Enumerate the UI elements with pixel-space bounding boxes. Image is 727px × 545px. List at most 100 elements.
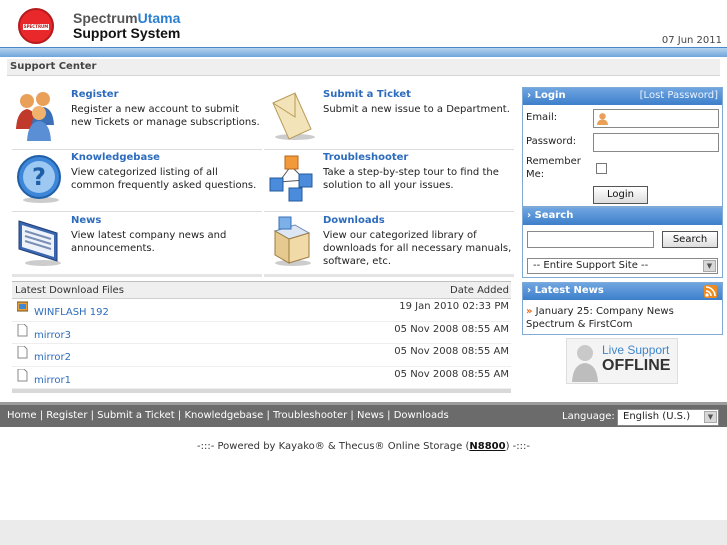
model-link[interactable]: N8800 xyxy=(469,441,505,452)
user-icon xyxy=(597,113,608,125)
login-header: › Login [Lost Password] xyxy=(523,88,722,105)
email-field[interactable] xyxy=(593,109,719,128)
remember-label-2: Me: xyxy=(526,169,545,180)
rss-icon[interactable] xyxy=(704,285,717,298)
lost-password-link[interactable]: [Lost Password] xyxy=(640,90,718,101)
downloads-table: Latest Download Files Date Added WINFLAS… xyxy=(12,281,511,393)
language-select[interactable]: English (U.S.) ▼ xyxy=(617,409,719,426)
users-icon xyxy=(16,92,54,141)
live-support-label: Live Support xyxy=(602,343,670,357)
header: SPECTRUM SpectrumUtama Support System 07… xyxy=(0,0,727,47)
search-scope-value: -- Entire Support Site -- xyxy=(533,260,649,271)
file-icon xyxy=(17,346,28,359)
password-label: Password: xyxy=(526,136,577,147)
footer-link-home[interactable]: Home xyxy=(7,410,37,421)
file-icon xyxy=(17,368,28,381)
table-row[interactable]: mirror3 05 Nov 2008 08:55 AM xyxy=(12,322,511,344)
tile-description: Take a step-by-step tour to find the sol… xyxy=(323,167,499,191)
search-input[interactable] xyxy=(527,231,654,248)
search-panel: › Search Search -- Entire Support Site -… xyxy=(522,207,723,278)
current-date: 07 Jun 2011 xyxy=(661,35,722,46)
language-label: Language: xyxy=(562,411,615,422)
tile-description: View our categorized library of download… xyxy=(323,230,512,267)
footer-link-register[interactable]: Register xyxy=(46,410,87,421)
language-value: English (U.S.) xyxy=(623,411,691,422)
tile-downloads[interactable]: Downloads View our categorized library o… xyxy=(264,212,514,270)
tile-register[interactable]: Register Register a new account to submi… xyxy=(12,86,262,144)
footer-link-knowledgebase[interactable]: Knowledgebase xyxy=(184,410,263,421)
file-link[interactable]: mirror2 xyxy=(34,352,71,363)
tile-title[interactable]: Knowledgebase xyxy=(71,152,160,163)
question-icon: ? xyxy=(17,155,61,203)
tile-troubleshooter[interactable]: Troubleshooter Take a step-by-step tour … xyxy=(264,149,514,207)
news-header: › Latest News xyxy=(523,283,722,300)
tile-title[interactable]: News xyxy=(71,215,101,226)
login-button[interactable]: Login xyxy=(593,186,648,204)
email-label: Email: xyxy=(526,112,558,123)
search-scope-select[interactable]: -- Entire Support Site -- ▼ xyxy=(527,258,718,274)
login-title: › Login xyxy=(527,90,566,101)
tile-title[interactable]: Downloads xyxy=(323,215,385,226)
tile-knowledgebase[interactable]: ? Knowledgebase View categorized listing… xyxy=(12,149,262,207)
footer-link-troubleshooter[interactable]: Troubleshooter xyxy=(273,410,347,421)
remember-label: Remember xyxy=(526,156,581,167)
footer-link-submit-ticket[interactable]: Submit a Ticket xyxy=(97,410,175,421)
support-agent-icon xyxy=(572,345,598,382)
search-button[interactable]: Search xyxy=(662,231,718,248)
header-divider xyxy=(0,47,727,57)
table-header: Latest Download Files Date Added xyxy=(12,281,511,299)
breadcrumb-label: Support Center xyxy=(10,61,97,72)
file-date: 05 Nov 2008 08:55 AM xyxy=(394,346,509,357)
footer-links: Home | Register | Submit a Ticket | Know… xyxy=(7,410,449,421)
page: SPECTRUM SpectrumUtama Support System 07… xyxy=(0,0,727,520)
file-link[interactable]: mirror1 xyxy=(34,375,71,386)
sidebar: › Login [Lost Password] Email: Password:… xyxy=(522,87,723,335)
table-row[interactable]: WINFLASH 192 19 Jan 2010 02:33 PM xyxy=(12,299,511,322)
logo-subtitle: Support System xyxy=(73,25,181,41)
tile-news[interactable]: News View latest company news and announ… xyxy=(12,212,262,270)
tile-description: View latest company news and announcemen… xyxy=(71,230,227,254)
footer-nav: Home | Register | Submit a Ticket | Know… xyxy=(0,402,727,427)
table-row[interactable]: mirror1 05 Nov 2008 08:55 AM xyxy=(12,367,511,389)
file-link[interactable]: WINFLASH 192 xyxy=(34,307,109,318)
logo[interactable]: SPECTRUM SpectrumUtama Support System xyxy=(7,6,263,46)
tile-description: Submit a new issue to a Department. xyxy=(323,104,510,115)
logo-brand: SpectrumUtama xyxy=(73,10,181,26)
live-support-status: OFFLINE xyxy=(602,357,671,374)
tile-description: Register a new account to submit new Tic… xyxy=(71,104,260,128)
envelope-icon xyxy=(272,92,315,140)
login-panel: › Login [Lost Password] Email: Password:… xyxy=(522,87,723,207)
chevron-down-icon: ▼ xyxy=(703,260,716,272)
file-date: 05 Nov 2008 08:55 AM xyxy=(394,323,509,335)
box-icon xyxy=(273,216,311,266)
table-row[interactable]: mirror2 05 Nov 2008 08:55 AM xyxy=(12,344,511,367)
live-support-badge[interactable]: Live Support OFFLINE xyxy=(566,338,678,384)
powered-by: -:::- Powered by Kayako® & Thecus® Onlin… xyxy=(197,441,530,452)
svg-text:?: ? xyxy=(32,163,46,191)
tile-submit-ticket[interactable]: Submit a Ticket Submit a new issue to a … xyxy=(264,86,514,144)
breadcrumb: Support Center xyxy=(7,59,720,76)
tile-description: View categorized listing of all common f… xyxy=(71,167,257,191)
tile-title[interactable]: Register xyxy=(71,89,119,100)
program-file-icon xyxy=(17,301,28,312)
tile-title[interactable]: Submit a Ticket xyxy=(323,89,411,100)
file-link[interactable]: mirror3 xyxy=(34,330,71,341)
newspaper-icon xyxy=(18,220,61,266)
file-date: 19 Jan 2010 02:33 PM xyxy=(399,301,509,312)
divider xyxy=(12,274,262,277)
footer-link-news[interactable]: News xyxy=(357,410,384,421)
footer-link-downloads[interactable]: Downloads xyxy=(394,410,449,421)
file-date: 05 Nov 2008 08:55 AM xyxy=(394,368,509,380)
divider xyxy=(264,274,514,277)
logo-badge-icon: SPECTRUM xyxy=(18,8,54,44)
remember-checkbox[interactable] xyxy=(596,163,607,174)
table-footer xyxy=(12,389,511,393)
column-file: Latest Download Files xyxy=(15,285,124,296)
password-field[interactable] xyxy=(593,133,719,152)
news-item[interactable]: » January 25: Company News Spectrum & Fi… xyxy=(526,305,716,331)
search-title: › Search xyxy=(527,210,574,221)
file-icon xyxy=(17,323,28,336)
cubes-icon xyxy=(269,155,313,202)
news-title: › Latest News xyxy=(527,285,604,296)
tile-title[interactable]: Troubleshooter xyxy=(323,152,408,163)
